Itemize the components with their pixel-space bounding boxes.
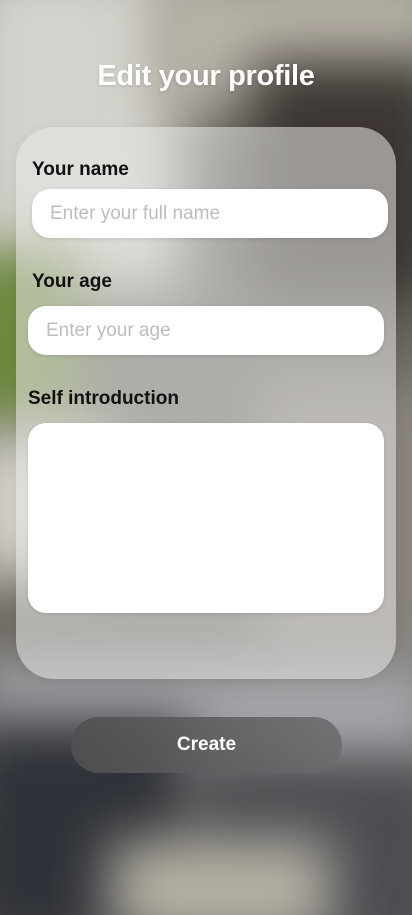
age-label: Your age	[32, 271, 112, 292]
name-label: Your name	[32, 159, 129, 180]
self-introduction-label: Self introduction	[28, 388, 179, 409]
page-title: Edit your profile	[97, 60, 315, 92]
create-button[interactable]: Create	[71, 717, 342, 773]
name-input[interactable]	[32, 189, 388, 238]
age-input[interactable]	[28, 306, 384, 355]
self-introduction-textarea[interactable]	[28, 423, 384, 613]
